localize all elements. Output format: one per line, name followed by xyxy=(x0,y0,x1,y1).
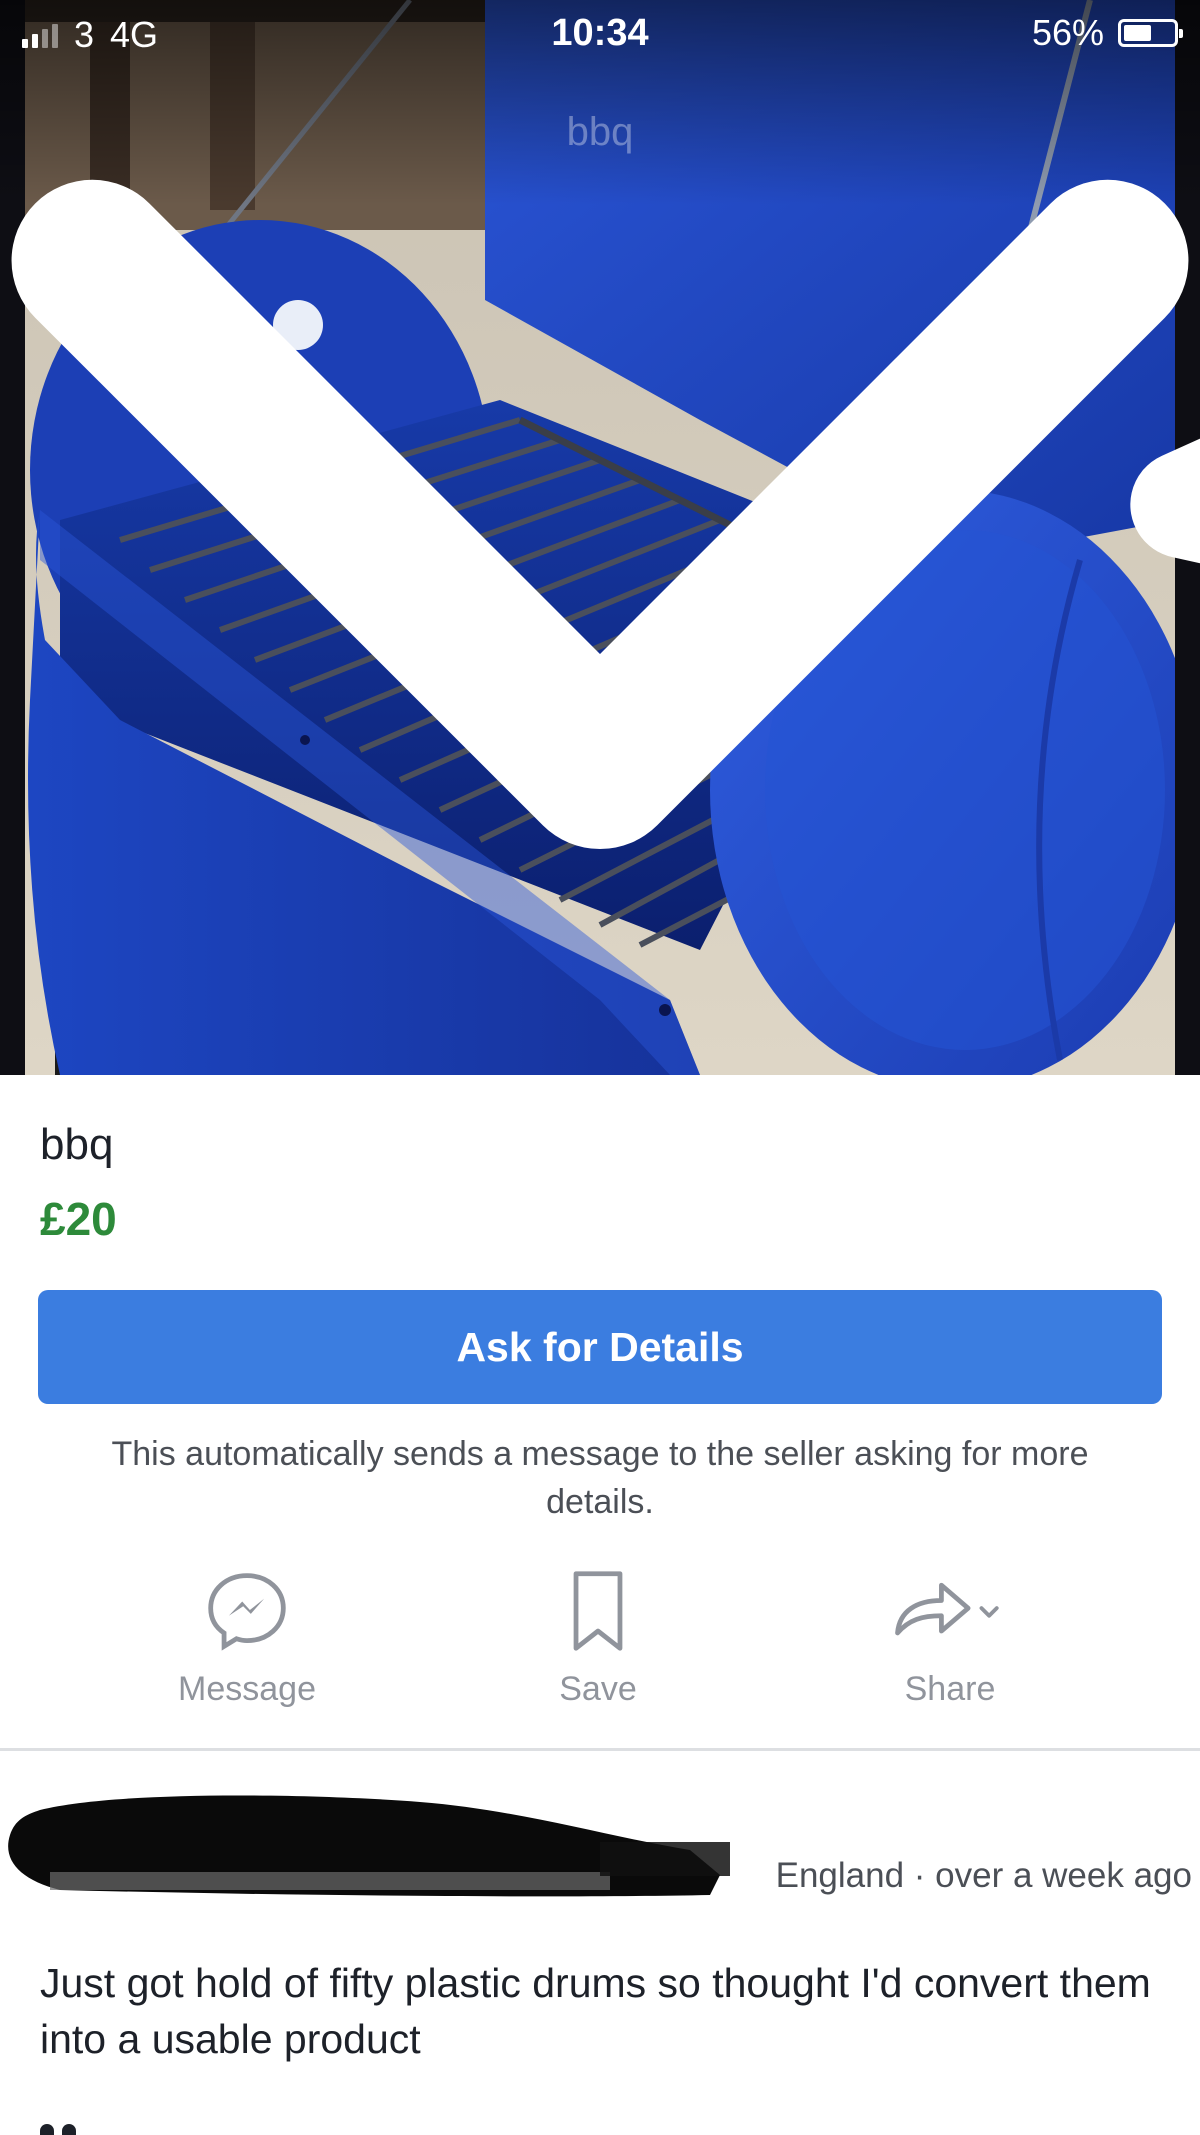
share-label: Share xyxy=(904,1670,996,1708)
seller-name-redaction xyxy=(8,1795,730,1897)
message-button[interactable]: Message xyxy=(97,1568,397,1709)
seller-location-time: England · over a week ago xyxy=(775,1856,1192,1895)
action-bar: Message Save Share xyxy=(0,1568,1200,1718)
ask-for-details-note: This automatically sends a message to th… xyxy=(111,1435,1089,1521)
bookmark-icon xyxy=(573,1571,623,1651)
section-divider xyxy=(0,1748,1200,1751)
chevron-down-icon[interactable] xyxy=(0,0,1200,1075)
save-button[interactable]: Save xyxy=(448,1568,748,1709)
listing-title: bbq xyxy=(40,1120,114,1169)
share-button[interactable]: Share xyxy=(800,1568,1100,1709)
share-arrow-icon xyxy=(895,1582,999,1636)
listing-price: £20 xyxy=(40,1193,117,1245)
ask-for-details-button[interactable]: Ask for Details xyxy=(38,1290,1162,1404)
messenger-icon xyxy=(208,1573,286,1651)
listing-photo[interactable]: 3 4G 10:34 56% bbq xyxy=(0,0,1200,1075)
message-label: Message xyxy=(178,1670,316,1708)
listing-description: Just got hold of fifty plastic drums so … xyxy=(40,1960,1151,2062)
next-line-cutoff xyxy=(40,2118,100,2135)
photo-overlay-title: bbq xyxy=(566,110,634,154)
save-label: Save xyxy=(559,1670,637,1708)
